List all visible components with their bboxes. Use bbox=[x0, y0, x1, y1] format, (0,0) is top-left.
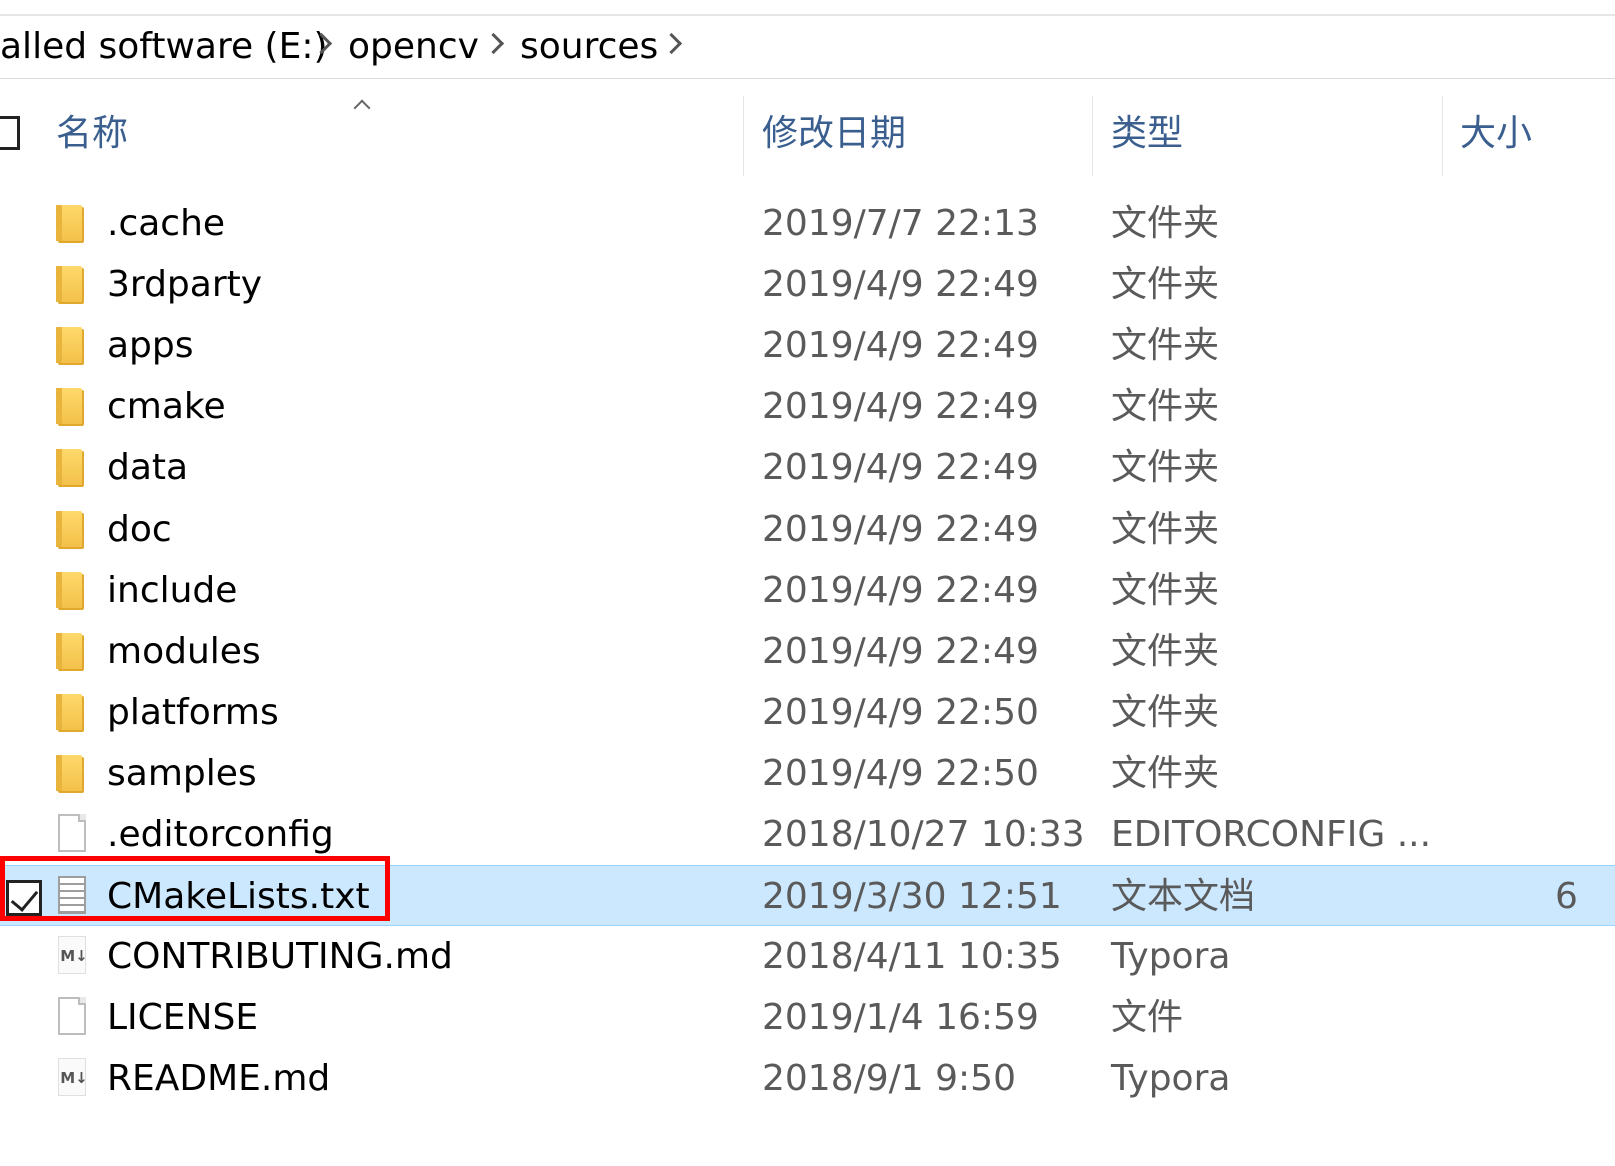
column-header-name[interactable]: 名称 bbox=[56, 112, 128, 156]
folder-icon bbox=[54, 690, 94, 734]
file-modified-date: 2019/4/9 22:49 bbox=[762, 264, 1039, 306]
file-row[interactable]: M↓ CONTRIBUTING.md 2018/4/11 10:35 Typora bbox=[0, 926, 1615, 987]
column-header-type[interactable]: 类型 bbox=[1111, 112, 1183, 156]
file-type: 文件夹 bbox=[1111, 203, 1220, 244]
breadcrumb-item-opencv[interactable]: opencv bbox=[348, 24, 479, 70]
file-modified-date: 2019/7/7 22:13 bbox=[762, 203, 1039, 244]
file-modified-date: 2018/4/11 10:35 bbox=[762, 936, 1062, 978]
folder-icon bbox=[54, 323, 94, 367]
folder-icon bbox=[54, 629, 94, 673]
file-name: LICENSE bbox=[107, 997, 259, 1039]
file-modified-date: 2019/4/9 22:49 bbox=[762, 508, 1039, 550]
file-row[interactable]: include 2019/4/9 22:49 文件夹 bbox=[0, 560, 1615, 621]
file-row[interactable]: LICENSE 2019/1/4 16:59 文件 bbox=[0, 987, 1615, 1048]
file-name: 3rdparty bbox=[107, 264, 263, 306]
file-row[interactable]: .cache 2019/7/7 22:13 文件夹 bbox=[0, 193, 1615, 254]
file-type: 文本文档 bbox=[1111, 876, 1256, 918]
file-modified-date: 2019/4/9 22:49 bbox=[762, 386, 1039, 428]
file-name: include bbox=[107, 569, 238, 611]
breadcrumb-item-drive[interactable]: alled software (E:) bbox=[0, 24, 328, 70]
file-row[interactable]: apps 2019/4/9 22:49 文件夹 bbox=[0, 315, 1615, 376]
file-modified-date: 2019/4/9 22:49 bbox=[762, 569, 1039, 611]
chevron-right-icon[interactable] bbox=[314, 30, 328, 44]
file-modified-date: 2018/9/1 9:50 bbox=[762, 1058, 1016, 1100]
file-row[interactable]: .editorconfig 2018/10/27 10:33 EDITORCONFI… bbox=[0, 804, 1615, 865]
file-name: doc bbox=[107, 508, 172, 550]
file-name: samples bbox=[107, 752, 257, 794]
folder-icon bbox=[54, 507, 94, 551]
file-name: .cache bbox=[107, 203, 226, 244]
file-name: .editorconfig bbox=[107, 814, 334, 855]
file-size: 6 bbox=[1555, 876, 1578, 918]
file-type: Typora bbox=[1111, 1058, 1231, 1100]
file-name: apps bbox=[107, 325, 194, 367]
folder-icon bbox=[54, 201, 94, 245]
breadcrumb-item-sources[interactable]: sources bbox=[520, 24, 658, 70]
file-icon bbox=[54, 812, 94, 856]
markdown-file-icon: M↓ bbox=[54, 934, 94, 978]
file-icon bbox=[54, 995, 94, 1039]
row-checkbox[interactable] bbox=[6, 880, 42, 917]
file-modified-date: 2019/4/9 22:49 bbox=[762, 447, 1039, 489]
folder-icon bbox=[54, 262, 94, 306]
file-row[interactable]: samples 2019/4/9 22:50 文件夹 bbox=[0, 743, 1615, 804]
column-divider[interactable] bbox=[1092, 96, 1093, 176]
file-name: cmake bbox=[107, 386, 226, 428]
file-type: 文件 bbox=[1111, 997, 1184, 1039]
file-type: 文件夹 bbox=[1111, 508, 1220, 550]
file-type: 文件夹 bbox=[1111, 447, 1220, 489]
file-type: 文件夹 bbox=[1111, 630, 1220, 672]
column-header-modified[interactable]: 修改日期 bbox=[762, 112, 906, 156]
chevron-right-icon[interactable] bbox=[486, 30, 500, 44]
markdown-file-icon: M↓ bbox=[54, 1056, 94, 1100]
file-name: README.md bbox=[107, 1058, 331, 1100]
file-row[interactable]: CMakeLists.txt 2019/3/30 12:51 文本文档 6 bbox=[0, 865, 1615, 927]
select-all-checkbox[interactable] bbox=[0, 116, 20, 150]
file-modified-date: 2019/3/30 12:51 bbox=[762, 876, 1062, 918]
file-name: data bbox=[107, 447, 189, 489]
folder-icon bbox=[54, 568, 94, 612]
folder-icon bbox=[54, 384, 94, 428]
chevron-right-icon[interactable] bbox=[664, 30, 678, 44]
file-type: 文件夹 bbox=[1111, 325, 1220, 367]
file-name: CONTRIBUTING.md bbox=[107, 936, 453, 978]
file-type: 文件夹 bbox=[1111, 386, 1220, 428]
file-type: 文件夹 bbox=[1111, 264, 1220, 306]
file-row[interactable]: 3rdparty 2019/4/9 22:49 文件夹 bbox=[0, 254, 1615, 315]
file-modified-date: 2019/4/9 22:50 bbox=[762, 691, 1039, 733]
file-type: 文件夹 bbox=[1111, 691, 1220, 733]
file-modified-date: 2019/1/4 16:59 bbox=[762, 997, 1039, 1039]
column-divider[interactable] bbox=[743, 96, 744, 176]
file-modified-date: 2018/10/27 10:33 bbox=[762, 814, 1085, 855]
file-type: 文件夹 bbox=[1111, 752, 1220, 794]
address-bar[interactable]: alled software (E:) opencv sources bbox=[0, 16, 1615, 79]
sort-ascending-icon bbox=[352, 96, 372, 110]
file-type: 文件夹 bbox=[1111, 569, 1220, 611]
folder-icon bbox=[54, 445, 94, 489]
file-type: Typora bbox=[1111, 936, 1231, 978]
column-header-row: 名称 修改日期 类型 大小 bbox=[0, 92, 1615, 176]
file-row[interactable]: M↓ README.md 2018/9/1 9:50 Typora bbox=[0, 1048, 1615, 1109]
file-row[interactable]: doc 2019/4/9 22:49 文件夹 bbox=[0, 499, 1615, 560]
file-modified-date: 2019/4/9 22:49 bbox=[762, 325, 1039, 367]
folder-icon bbox=[54, 751, 94, 795]
file-modified-date: 2019/4/9 22:50 bbox=[762, 752, 1039, 794]
file-row[interactable]: data 2019/4/9 22:49 文件夹 bbox=[0, 437, 1615, 498]
column-header-size[interactable]: 大小 bbox=[1460, 112, 1532, 156]
file-name: modules bbox=[107, 630, 261, 672]
file-row[interactable]: modules 2019/4/9 22:49 文件夹 bbox=[0, 621, 1615, 682]
text-file-icon bbox=[54, 874, 94, 918]
file-type: EDITORCONFIG ... bbox=[1111, 814, 1432, 855]
file-row[interactable]: platforms 2019/4/9 22:50 文件夹 bbox=[0, 682, 1615, 743]
column-divider[interactable] bbox=[1442, 96, 1443, 176]
file-modified-date: 2019/4/9 22:49 bbox=[762, 630, 1039, 672]
file-row[interactable]: cmake 2019/4/9 22:49 文件夹 bbox=[0, 376, 1615, 437]
file-name: CMakeLists.txt bbox=[107, 876, 370, 918]
file-name: platforms bbox=[107, 691, 279, 733]
